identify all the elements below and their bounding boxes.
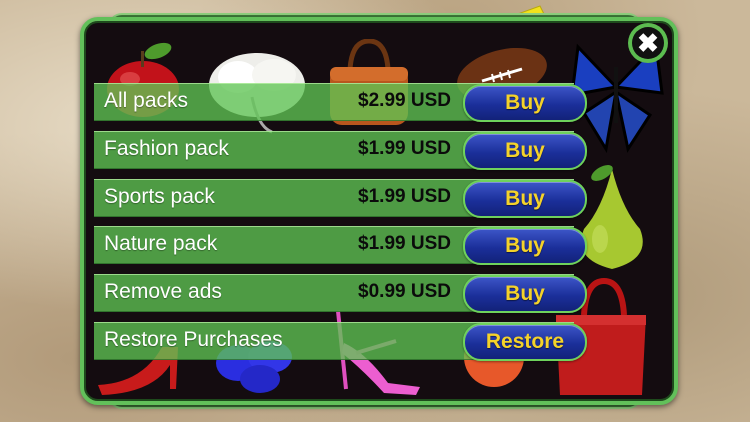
buy-all-packs-button[interactable]: Buy	[463, 84, 587, 122]
row-price: $1.99 USD	[358, 186, 451, 207]
row-label: Fashion pack	[104, 137, 229, 160]
row-price: $1.99 USD	[358, 138, 451, 159]
buy-remove-ads-button[interactable]: Buy	[463, 275, 587, 313]
buy-fashion-pack-button[interactable]: Buy	[463, 132, 587, 170]
row-price: $2.99 USD	[358, 90, 451, 111]
buy-nature-pack-button[interactable]: Buy	[463, 227, 587, 265]
buy-sports-pack-button[interactable]: Buy	[463, 180, 587, 218]
close-x-icon: ✖	[632, 27, 664, 59]
row-price: $1.99 USD	[358, 233, 451, 254]
game-screen: All packs $2.99 USD Buy Fashion pack $1.…	[0, 0, 750, 422]
row-label: Nature pack	[104, 232, 218, 255]
restore-button[interactable]: Restore	[463, 323, 587, 361]
row-price: $0.99 USD	[358, 281, 451, 302]
row-label: Remove ads	[104, 280, 222, 303]
row-label: Sports pack	[104, 185, 215, 208]
row-label: All packs	[104, 89, 189, 112]
close-button[interactable]: ✖	[628, 23, 668, 63]
row-label: Restore Purchases	[104, 328, 283, 351]
